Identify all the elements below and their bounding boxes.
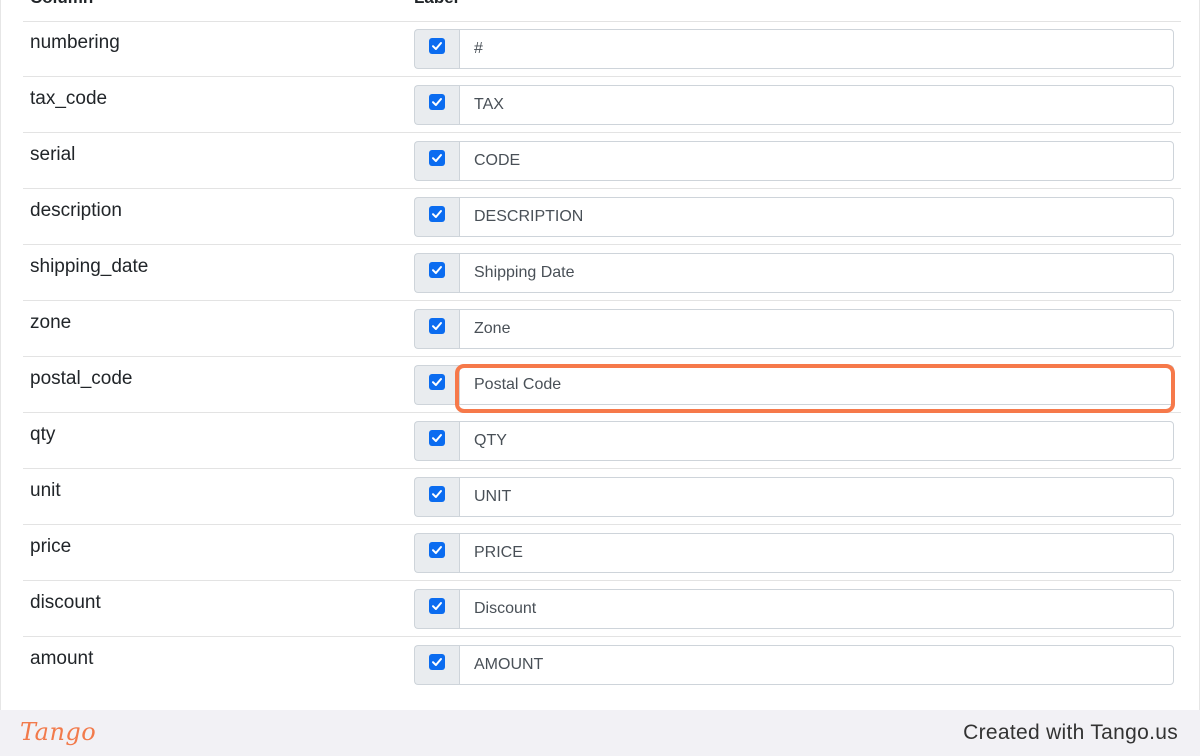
label-input[interactable]	[459, 477, 1174, 517]
column-header: Column	[30, 0, 93, 8]
column-name: numbering	[30, 32, 120, 53]
label-input-group	[414, 645, 1174, 685]
checkmark-icon	[432, 602, 442, 610]
label-input[interactable]	[459, 645, 1174, 685]
label-header: Label	[414, 0, 458, 8]
checkmark-icon	[432, 266, 442, 274]
checkmark-icon	[432, 434, 442, 442]
credit-text: Created with Tango.us	[963, 721, 1178, 744]
column-name: zone	[30, 312, 72, 333]
column-name: price	[30, 536, 72, 557]
show-column-checkbox[interactable]	[429, 374, 445, 390]
checkmark-icon	[432, 42, 442, 50]
checkbox-addon	[414, 309, 459, 349]
checkbox-addon	[414, 589, 459, 629]
table-row: numbering	[23, 21, 1181, 77]
checkbox-addon	[414, 365, 459, 405]
tango-logo: Tango	[20, 718, 97, 746]
label-input-group	[414, 365, 1174, 405]
column-name: shipping_date	[30, 256, 149, 277]
column-name: unit	[30, 480, 61, 501]
label-input-group	[414, 421, 1174, 461]
show-column-checkbox[interactable]	[429, 542, 445, 558]
checkbox-addon	[414, 29, 459, 69]
checkbox-addon	[414, 477, 459, 517]
label-input[interactable]	[459, 253, 1174, 293]
label-input[interactable]	[459, 309, 1174, 349]
table-body: numbering tax_codeserial description shippi…	[23, 21, 1181, 693]
table-header: Column Label	[23, 0, 1181, 22]
table-row: zone	[23, 301, 1181, 357]
table-row: discount	[23, 581, 1181, 637]
settings-panel: Column Label numbering tax_codeserial desc…	[0, 0, 1200, 710]
label-input-group	[414, 309, 1174, 349]
label-input[interactable]	[459, 421, 1174, 461]
column-name: qty	[30, 424, 56, 445]
column-name: description	[30, 200, 122, 221]
label-input-group	[414, 141, 1174, 181]
checkmark-icon	[432, 98, 442, 106]
label-input-group	[414, 253, 1174, 293]
label-input[interactable]	[459, 365, 1174, 405]
show-column-checkbox[interactable]	[429, 430, 445, 446]
label-input-group	[414, 29, 1174, 69]
column-name: postal_code	[30, 368, 133, 389]
label-input-group	[414, 533, 1174, 573]
label-input-group	[414, 85, 1174, 125]
table-row: serial	[23, 133, 1181, 189]
show-column-checkbox[interactable]	[429, 654, 445, 670]
checkmark-icon	[432, 658, 442, 666]
table-row: unit	[23, 469, 1181, 525]
show-column-checkbox[interactable]	[429, 206, 445, 222]
table-row: tax_code	[23, 77, 1181, 133]
label-input[interactable]	[459, 85, 1174, 125]
checkbox-addon	[414, 85, 459, 125]
show-column-checkbox[interactable]	[429, 318, 445, 334]
label-input-group	[414, 197, 1174, 237]
show-column-checkbox[interactable]	[429, 262, 445, 278]
label-input[interactable]	[459, 29, 1174, 69]
checkbox-addon	[414, 533, 459, 573]
checkmark-icon	[432, 322, 442, 330]
checkbox-addon	[414, 421, 459, 461]
table-row: price	[23, 525, 1181, 581]
checkbox-addon	[414, 141, 459, 181]
table-row: amount	[23, 637, 1181, 693]
column-name: discount	[30, 592, 101, 613]
checkmark-icon	[432, 490, 442, 498]
checkmark-icon	[432, 378, 442, 386]
table-row: qty	[23, 413, 1181, 469]
label-input[interactable]	[459, 141, 1174, 181]
label-input[interactable]	[459, 533, 1174, 573]
page: Column Label numbering tax_codeserial desc…	[0, 0, 1200, 756]
checkmark-icon	[432, 546, 442, 554]
column-name: serial	[30, 144, 76, 165]
footer: Tango Created with Tango.us	[0, 710, 1200, 756]
checkbox-addon	[414, 197, 459, 237]
checkmark-icon	[432, 210, 442, 218]
checkbox-addon	[414, 645, 459, 685]
checkbox-addon	[414, 253, 459, 293]
table-row: description	[23, 189, 1181, 245]
table-row: shipping_date	[23, 245, 1181, 301]
label-input[interactable]	[459, 589, 1174, 629]
table-row: postal_code	[23, 357, 1181, 413]
show-column-checkbox[interactable]	[429, 38, 445, 54]
column-name: amount	[30, 648, 94, 669]
show-column-checkbox[interactable]	[429, 150, 445, 166]
label-input-group	[414, 589, 1174, 629]
show-column-checkbox[interactable]	[429, 94, 445, 110]
show-column-checkbox[interactable]	[429, 598, 445, 614]
label-input[interactable]	[459, 197, 1174, 237]
label-input-group	[414, 477, 1174, 517]
checkmark-icon	[432, 154, 442, 162]
column-name: tax_code	[30, 88, 108, 109]
show-column-checkbox[interactable]	[429, 486, 445, 502]
